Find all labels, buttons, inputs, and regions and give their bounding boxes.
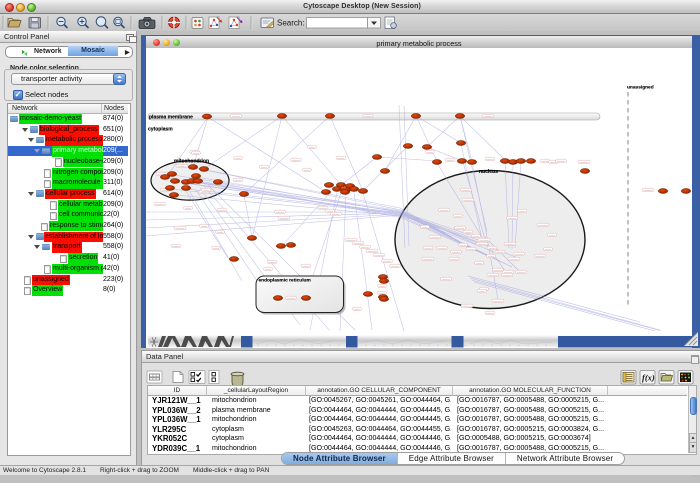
svg-text:Search:: Search: [277,19,305,28]
svg-text:endoplasmic reticulum: endoplasmic reticulum [259,278,311,284]
svg-text:plasma membrane: plasma membrane [149,115,193,121]
svg-text:unassigned: unassigned [627,85,654,91]
svg-text:mitochondrion: mitochondrion [174,159,209,165]
svg-text:nucleus: nucleus [479,169,498,175]
svg-text:cytoplasm: cytoplasm [148,127,173,133]
svg-text:f(x): f(x) [642,373,655,383]
